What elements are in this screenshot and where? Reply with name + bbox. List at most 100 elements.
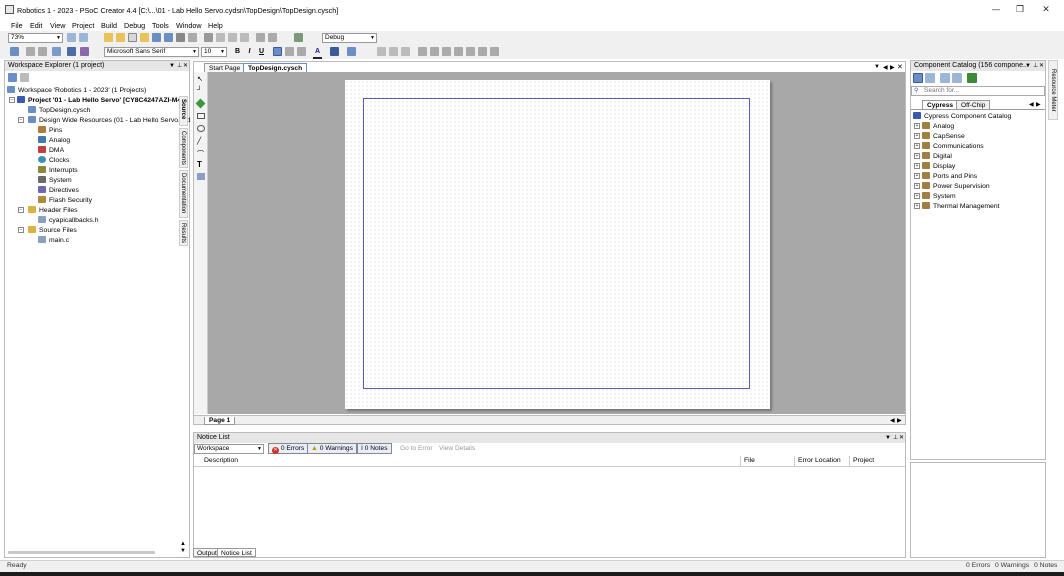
ellipse-icon[interactable] [197,125,205,132]
notice-scope-combo[interactable]: Workspace ▼ [194,444,264,454]
tree-item-source-files[interactable]: Source Files [28,226,77,236]
show-all-icon[interactable] [913,73,923,83]
catalog-item-power-supervision[interactable]: Power Supervision [922,182,990,192]
zoom-in-icon[interactable] [67,33,76,42]
chevron-down-icon[interactable]: ▼ [885,433,891,443]
catalog-item-ports-and-pins[interactable]: Ports and Pins [922,172,977,182]
text-tool-icon[interactable]: T [197,160,202,169]
zoom-combo[interactable]: 73% ▼ [8,33,63,43]
component-icon[interactable] [195,98,206,109]
expand-icon[interactable]: + [914,123,920,129]
tab-start-page[interactable]: Start Page [204,63,246,72]
wire-icon[interactable]: ┘ [197,87,202,94]
catalog-item-analog[interactable]: Analog [922,122,954,132]
tree-item-header-files[interactable]: Header Files [28,206,78,216]
scroll-up-icon[interactable]: ▲ [180,541,186,547]
tree-item-interrupts[interactable]: Interrupts [38,166,78,176]
text-color-button[interactable]: A [313,47,322,59]
line-color-icon[interactable] [330,47,339,56]
close-tab-icon[interactable]: ✕ [897,63,903,71]
compile-icon[interactable] [80,47,89,56]
pin-icon[interactable]: ⊥ [893,433,898,443]
tree-item-analog[interactable]: Analog [38,136,70,146]
tab-cypress[interactable]: Cypress [922,100,959,109]
catalog-item-system[interactable]: System [922,192,956,202]
expand-icon[interactable]: + [914,143,920,149]
notes-filter-button[interactable]: i 0 Notes [357,443,392,454]
scroll-left-icon[interactable]: ◀ [883,64,888,71]
distribute-icon[interactable] [430,47,439,56]
tree-item-clocks[interactable]: Clocks [38,156,69,166]
align-left-icon[interactable] [273,47,282,56]
collapse-icon[interactable]: − [9,97,15,103]
warnings-filter-button[interactable]: ▲ 0 Warnings [307,443,357,454]
side-tab-source[interactable]: Source [179,96,188,126]
update-components-icon[interactable] [967,73,977,83]
program-icon[interactable] [10,47,19,56]
menu-file[interactable]: File [11,21,23,30]
rectangle-icon[interactable] [197,113,205,119]
tab-off-chip[interactable]: Off-Chip [956,100,991,109]
bold-button[interactable]: B [233,47,242,57]
tab-notice-list[interactable]: Notice List [217,548,256,557]
tree-workspace[interactable]: Workspace 'Robotics 1 - 2023' (1 Project… [7,86,146,96]
tree-item-cyapicallbacks[interactable]: cyapicallbacks.h [38,216,99,226]
close-icon[interactable]: ✕ [1039,61,1044,71]
rotate-icon[interactable] [377,47,386,56]
chevron-down-icon[interactable]: ▼ [169,61,175,71]
expand-icon[interactable]: + [914,163,920,169]
ungroup-icon[interactable] [478,47,487,56]
scroll-down-icon[interactable]: ▼ [180,548,186,554]
filter-icon[interactable] [925,73,935,83]
side-tab-components[interactable]: Components [179,128,188,168]
generate-icon[interactable] [67,47,76,56]
catalog-item-capsense[interactable]: CapSense [922,132,965,142]
menu-view[interactable]: View [50,21,65,30]
tab-list-chevron-icon[interactable]: ▼ [874,64,880,70]
tab-topdesign[interactable]: TopDesign.cysch [243,63,308,72]
tree-project[interactable]: Project '01 - Lab Hello Servo' [CY8C4247… [17,96,181,106]
scroll-right-icon[interactable]: ▶ [1036,101,1041,108]
menu-debug[interactable]: Debug [124,21,145,30]
pin-icon[interactable]: ⊥ [1033,61,1038,71]
restore-button[interactable]: ❐ [1010,4,1030,16]
menu-build[interactable]: Build [101,21,117,30]
scroll-right-icon[interactable]: ▶ [897,417,902,424]
expand-icon[interactable]: + [914,193,920,199]
send-back-icon[interactable] [454,47,463,56]
catalog-root[interactable]: Cypress Component Catalog [913,112,1011,122]
clean-icon[interactable] [52,47,61,56]
pointer-icon[interactable]: ↖ [197,75,203,83]
new-project-icon[interactable] [104,33,113,42]
bring-front-icon[interactable] [442,47,451,56]
side-tab-results[interactable]: Results [179,220,188,246]
chevron-down-icon[interactable]: ▼ [1025,61,1031,71]
collapse-icon[interactable]: − [18,227,24,233]
properties-icon[interactable] [8,73,17,82]
scroll-left-icon[interactable]: ◀ [890,417,895,424]
catalog-item-communications[interactable]: Communications [922,142,984,152]
arc-icon[interactable]: ⌒ [197,149,204,159]
catalog-item-digital[interactable]: Digital [922,152,952,162]
mirror-icon[interactable] [401,47,410,56]
underline-button[interactable]: U [257,47,266,57]
view-details-button[interactable]: View Details [435,443,479,454]
scroll-left-icon[interactable]: ◀ [1029,101,1034,108]
redo-icon[interactable] [268,33,277,42]
menu-edit[interactable]: Edit [30,21,42,30]
expand-icon[interactable]: + [914,153,920,159]
font-name-combo[interactable]: Microsoft Sans Serif ▼ [104,47,199,57]
tree-item-topdesign[interactable]: TopDesign.cysch [28,106,90,116]
save-all-icon[interactable] [164,33,173,42]
flip-icon[interactable] [389,47,398,56]
tab-page-1[interactable]: Page 1 [204,417,236,425]
tree-item-system[interactable]: System [38,176,72,186]
expand-icon[interactable]: + [914,133,920,139]
menu-project[interactable]: Project [72,21,94,30]
align-objects-icon[interactable] [418,47,427,56]
menu-window[interactable]: Window [176,21,202,30]
catalog-search-input[interactable]: Search for... [911,86,1045,96]
col-head-file[interactable]: File [741,456,795,466]
zoom-out-icon[interactable] [79,33,88,42]
image-icon[interactable] [197,173,205,180]
